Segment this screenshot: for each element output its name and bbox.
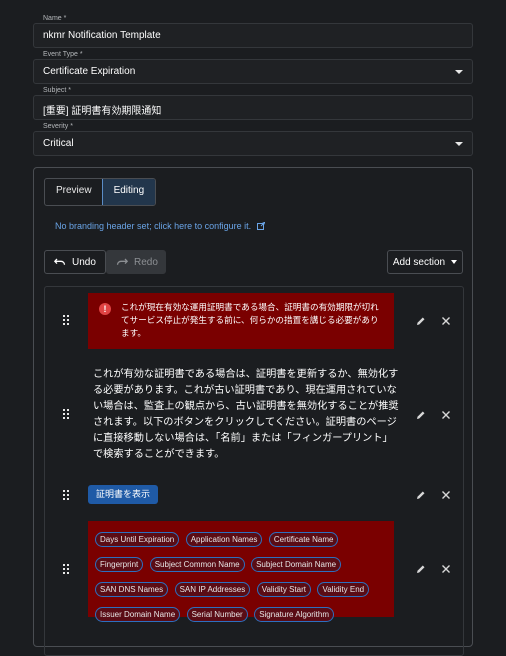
close-icon[interactable]	[441, 564, 451, 574]
edit-icon[interactable]	[416, 490, 426, 500]
alert-block: ! これが現在有効な運用証明書である場合、証明書の有効期限が切れてサービス停止が…	[88, 293, 394, 349]
alert-text: これが現在有効な運用証明書である場合、証明書の有効期限が切れてサービス停止が発生…	[121, 302, 379, 338]
severity-value: Critical	[43, 138, 74, 149]
tab-preview[interactable]: Preview	[45, 179, 103, 205]
name-value: nkmr Notification Template	[43, 30, 161, 41]
variable-chip[interactable]: Fingerprint	[95, 557, 144, 572]
subject-value: [重要] 証明書有効期限通知	[43, 106, 162, 117]
tab-editing[interactable]: Editing	[101, 179, 156, 205]
variable-chip[interactable]: Signature Algorithm	[254, 607, 335, 622]
chevron-down-icon	[455, 70, 463, 74]
add-section-button[interactable]: Add section	[387, 250, 463, 274]
show-certificate-button[interactable]: 証明書を表示	[88, 485, 159, 504]
undo-icon	[54, 258, 66, 265]
variable-chip[interactable]: Days Until Expiration	[95, 532, 180, 547]
mode-tabs: Preview Editing	[44, 178, 157, 206]
branding-link-text: No branding header set; click here to co…	[55, 221, 252, 231]
chip-row: SAN DNS Names SAN IP Addresses Validity …	[95, 579, 388, 604]
edit-icon[interactable]	[416, 564, 426, 574]
paragraph-text: これが有効な証明書である場合は、証明書を更新するか、無効化する必要があります。こ…	[93, 369, 399, 460]
name-field[interactable]: Name * nkmr Notification Template	[33, 15, 473, 48]
variable-chip[interactable]: Serial Number	[186, 607, 248, 622]
chip-row: Issuer Domain Name Serial Number Signatu…	[95, 604, 388, 629]
drag-handle-icon[interactable]	[63, 490, 71, 501]
severity-select[interactable]: Severity * Critical	[33, 123, 473, 156]
drag-handle-icon[interactable]	[63, 315, 71, 326]
branding-config-link[interactable]: No branding header set; click here to co…	[55, 221, 266, 231]
variable-chip[interactable]: SAN IP Addresses	[174, 582, 251, 597]
close-icon[interactable]	[441, 316, 451, 326]
subject-field[interactable]: Subject * [重要] 証明書有効期限通知	[33, 87, 473, 120]
sections-list: ! これが現在有効な運用証明書である場合、証明書の有効期限が切れてサービス停止が…	[44, 286, 464, 656]
edit-icon[interactable]	[416, 316, 426, 326]
variable-chip[interactable]: Validity Start	[256, 582, 312, 597]
variable-chip[interactable]: Subject Domain Name	[251, 557, 342, 572]
variable-chip[interactable]: Certificate Name	[268, 532, 339, 547]
chevron-down-icon	[451, 260, 458, 264]
drag-handle-icon[interactable]	[63, 564, 71, 575]
chip-row: Fingerprint Subject Common Name Subject …	[95, 554, 388, 579]
subject-label: Subject *	[40, 87, 75, 94]
template-editor-panel: Preview Editing No branding header set; …	[33, 167, 473, 656]
redo-label: Redo	[134, 256, 158, 268]
variable-chip[interactable]: Issuer Domain Name	[95, 607, 181, 622]
event-type-label: Event Type *	[40, 51, 86, 58]
event-type-select[interactable]: Event Type * Certificate Expiration	[33, 51, 473, 84]
variable-chip[interactable]: Validity End	[317, 582, 370, 597]
close-icon[interactable]	[441, 410, 451, 420]
undo-label: Undo	[72, 256, 96, 268]
chevron-down-icon	[455, 142, 463, 146]
redo-icon	[116, 258, 128, 265]
variable-chip[interactable]: Application Names	[185, 532, 263, 547]
undo-button[interactable]: Undo	[44, 250, 106, 274]
edit-icon[interactable]	[416, 410, 426, 420]
section-alert: ! これが現在有効な運用証明書である場合、証明書の有効期限が切れてサービス停止が…	[45, 287, 463, 355]
event-type-value: Certificate Expiration	[43, 66, 136, 77]
variable-chip[interactable]: SAN DNS Names	[95, 582, 169, 597]
close-icon[interactable]	[441, 490, 451, 500]
severity-label: Severity *	[40, 123, 76, 130]
drag-handle-icon[interactable]	[63, 409, 71, 420]
variable-chips-block: Days Until Expiration Application Names …	[88, 521, 394, 622]
external-link-icon	[257, 222, 266, 230]
error-icon: !	[99, 303, 111, 315]
redo-button[interactable]: Redo	[106, 250, 166, 274]
variable-chip[interactable]: Subject Common Name	[149, 557, 245, 572]
chip-row: Days Until Expiration Application Names …	[95, 529, 388, 554]
add-section-label: Add section	[392, 256, 446, 268]
name-label: Name *	[40, 15, 70, 22]
